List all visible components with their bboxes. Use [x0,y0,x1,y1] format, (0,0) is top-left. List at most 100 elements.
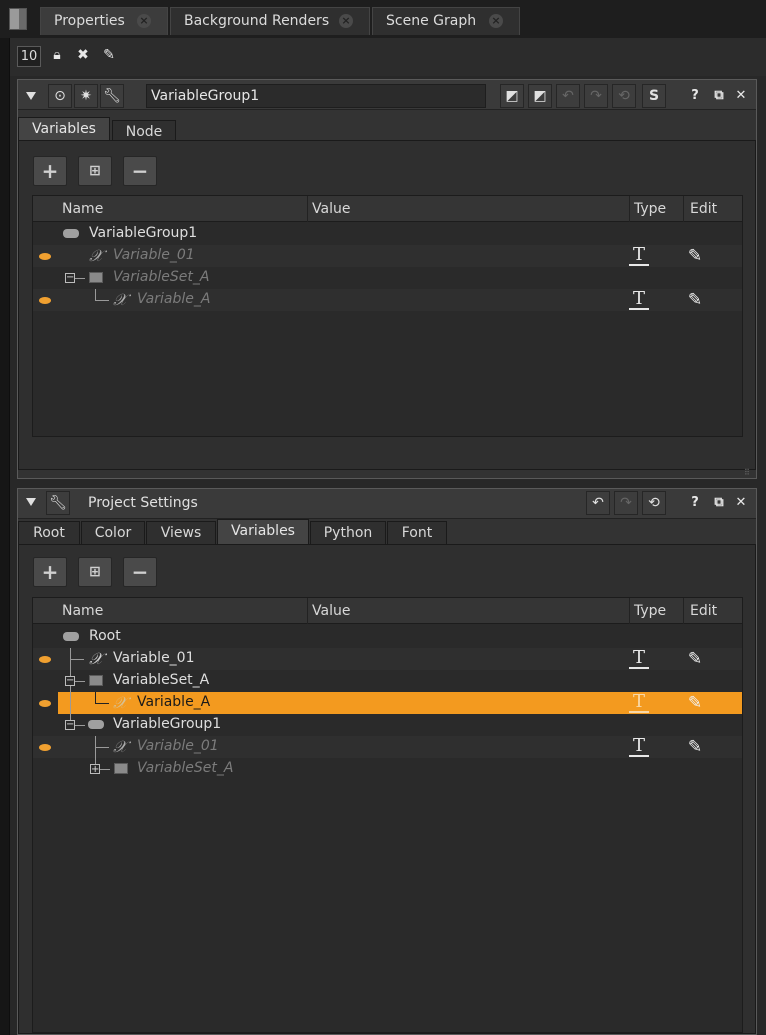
column-divider [683,598,684,624]
column-edit[interactable]: Edit [686,196,717,222]
table-row[interactable]: + VariableSet_A [33,758,742,780]
type-text-icon[interactable]: T [629,737,649,757]
table-row[interactable]: Root [33,626,742,648]
type-text-icon[interactable]: T [629,693,649,713]
column-value[interactable]: Value [308,196,350,222]
tree-line [75,278,85,279]
help-button[interactable]: ? [688,495,702,511]
edit-pencil-icon[interactable]: ✎ [685,693,705,713]
add-variable-button[interactable]: + [33,156,67,186]
close-panel-icon[interactable]: ✕ [734,88,748,104]
viewer-node-icon[interactable]: ⊙ [48,84,72,108]
float-panel-icon[interactable]: ⧉ [712,495,726,511]
tab-label: Properties [54,13,125,29]
table-row[interactable]: 𝒳 Variable_01 T ✎ [33,736,742,758]
collapse-triangle-icon[interactable] [26,92,36,100]
remove-variable-button[interactable]: − [123,156,157,186]
group-icon [88,720,104,729]
lock-icon[interactable]: 🔒︎ [48,45,66,65]
visibility-eye-icon[interactable] [39,297,51,304]
wrench-icon[interactable]: 🔧︎ [100,84,124,108]
visibility-eye-icon[interactable] [39,744,51,751]
table-row[interactable]: − VariableSet_A [33,267,742,289]
variable-icon: 𝒳 [89,649,103,668]
edit-pencil-icon[interactable]: ✎ [685,737,705,757]
table-row[interactable]: − VariableSet_A [33,670,742,692]
tab-root[interactable]: Root [18,521,80,545]
visibility-eye-icon[interactable] [39,656,51,663]
table-row[interactable]: 𝒳 Variable_01 T ✎ [33,245,742,267]
type-text-icon[interactable]: T [629,290,649,310]
row-name: Variable_01 [113,650,195,666]
table-row-selected[interactable]: 𝒳 Variable_A T ✎ [58,692,742,714]
row-name: VariableSet_A [137,760,234,776]
table-row[interactable]: − VariableGroup1 [33,714,742,736]
properties-toolbar [10,38,766,76]
undo-icon[interactable]: ↶ [556,84,580,108]
column-name[interactable]: Name [58,196,103,222]
add-variable-set-button[interactable]: ⊞ [78,557,112,587]
add-variable-button[interactable]: + [33,557,67,587]
collapse-toggle-icon[interactable]: − [65,676,75,686]
type-text-icon[interactable]: T [629,649,649,669]
left-edge-strip [0,38,10,1035]
tab-views[interactable]: Views [146,521,216,545]
redo-icon[interactable]: ↷ [584,84,608,108]
table-row[interactable]: VariableGroup1 [33,223,742,245]
visibility-eye-icon[interactable] [39,700,51,707]
tree-line [95,703,109,704]
tab-background-renders[interactable]: Background Renders × [170,7,370,35]
help-button[interactable]: ? [688,88,702,104]
close-icon[interactable]: × [489,14,503,28]
type-text-icon[interactable]: T [629,246,649,266]
expand-toggle-icon[interactable]: + [90,764,100,775]
visibility-eye-icon[interactable] [39,253,51,260]
collapse-toggle-icon[interactable]: − [65,720,75,730]
edit-pencil-icon[interactable]: ✎ [685,290,705,310]
row-name: Root [89,628,121,644]
revert-icon[interactable]: ⟲ [612,84,636,108]
float-panel-icon[interactable]: ⧉ [712,88,726,104]
tab-python[interactable]: Python [310,521,386,545]
color-swatch-icon[interactable]: ◩ [500,84,524,108]
add-variable-set-button[interactable]: ⊞ [78,156,112,186]
column-type[interactable]: Type [630,196,666,222]
tree-line [95,289,96,300]
tab-variables[interactable]: Variables [18,117,110,141]
wrench-icon[interactable]: 🔧︎ [46,491,70,515]
tree-line [75,725,85,726]
tab-font[interactable]: Font [387,521,447,545]
edit-pencil-icon[interactable]: ✎ [685,649,705,669]
column-name[interactable]: Name [58,598,103,624]
column-value[interactable]: Value [308,598,350,624]
close-icon[interactable]: × [137,14,151,28]
resize-grip-icon[interactable]: ⠿ [744,468,750,477]
collapse-triangle-icon[interactable] [26,498,36,506]
collapse-toggle-icon[interactable]: − [65,273,75,283]
variable-icon: 𝒳 [113,737,127,756]
table-row[interactable]: 𝒳 Variable_01 T ✎ [33,648,742,670]
clear-panel-icon[interactable]: ✖ [74,45,92,65]
node-color-icon[interactable]: ✷ [74,84,98,108]
max-panels-input[interactable]: 10 [17,46,41,67]
close-panel-icon[interactable]: ✕ [734,495,748,511]
tab-scene-graph[interactable]: Scene Graph × [372,7,520,35]
revert-icon[interactable]: ⟲ [642,491,666,515]
column-type[interactable]: Type [630,598,666,624]
color-swatch-2-icon[interactable]: ◩ [528,84,552,108]
close-icon[interactable]: × [339,14,353,28]
edit-pencil-icon[interactable]: ✎ [100,45,118,65]
tab-node[interactable]: Node [112,120,176,141]
tab-color[interactable]: Color [81,521,145,545]
tab-properties[interactable]: Properties × [40,7,168,35]
remove-variable-button[interactable]: − [123,557,157,587]
pane-menu-icon[interactable] [9,8,27,30]
tab-variables[interactable]: Variables [217,519,309,545]
redo-icon[interactable]: ↷ [614,491,638,515]
column-edit[interactable]: Edit [686,598,717,624]
undo-icon[interactable]: ↶ [586,491,610,515]
edit-pencil-icon[interactable]: ✎ [685,246,705,266]
node-name-field[interactable]: VariableGroup1 [146,84,486,108]
script-button[interactable]: S [642,84,666,108]
table-row[interactable]: 𝒳 Variable_A T ✎ [33,289,742,311]
